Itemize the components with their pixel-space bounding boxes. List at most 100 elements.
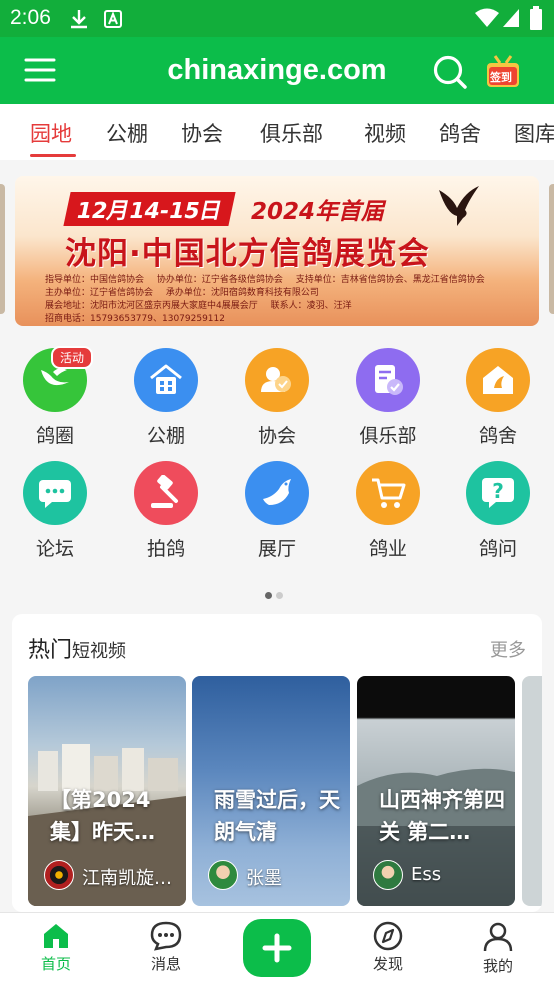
more-link[interactable]: 更多 — [490, 636, 526, 662]
add-post-button[interactable] — [243, 919, 311, 977]
grid-page-indicator — [265, 584, 287, 603]
forum-chat-icon — [39, 480, 71, 508]
grid-label: 论坛 — [35, 538, 74, 560]
grid-item-association[interactable]: 协会 — [227, 348, 327, 448]
author-name: Ess — [411, 864, 442, 885]
hot-title-sub: 短视频 — [72, 641, 127, 662]
grid-label: 鸽业 — [368, 538, 407, 560]
banner-info-line: 协办单位：辽宁省各级信鸽协会 — [156, 275, 283, 285]
banner-prev-peek[interactable] — [0, 184, 5, 314]
grid-item-pigeon-circle[interactable]: 活动 鸽圈 — [5, 346, 105, 448]
tab-association[interactable]: 协会 — [181, 118, 223, 148]
nav-label: 消息 — [150, 955, 181, 973]
grid-item-exhibition[interactable]: 展厅 — [227, 461, 327, 561]
category-tabs: 园地 公棚 协会 俱乐部 视频 鸽舍 图库 — [0, 104, 554, 160]
exhibition-pigeon-icon — [263, 479, 291, 505]
home-icon — [44, 924, 68, 948]
nav-label: 首页 — [40, 955, 71, 973]
tab-loft[interactable]: 公棚 — [106, 118, 148, 148]
tab-pigeon-house[interactable]: 鸽舍 — [439, 118, 481, 148]
circle-bg — [23, 461, 87, 525]
nav-discover[interactable]: 发现 — [348, 921, 428, 974]
pigeon-silhouette-icon — [439, 186, 479, 226]
app-bar: chinaxinge.com 签到 — [0, 37, 554, 104]
banner-next-peek[interactable] — [549, 184, 554, 314]
avatar — [373, 860, 403, 890]
battery-icon — [530, 6, 542, 30]
grid-label: 拍鸽 — [146, 538, 185, 560]
search-icon[interactable] — [432, 54, 468, 90]
site-title: chinaxinge.com — [167, 54, 387, 86]
grid-label: 俱乐部 — [359, 425, 417, 447]
message-icon — [150, 921, 182, 951]
video-card[interactable]: 【第2024集】昨天… 江南凯旋… — [28, 676, 186, 906]
circle-bg: ? — [466, 461, 530, 525]
banner-info-line: 联系人：凌羽、汪洋 — [270, 301, 352, 311]
video-title: 雨雪过后，天朗气清 — [214, 788, 340, 844]
circle-bg — [134, 461, 198, 525]
video-card[interactable]: 雨雪过后，天朗气清 张墨 — [192, 676, 350, 906]
status-bar: 2:06 — [0, 0, 554, 37]
tab-gallery[interactable]: 图库 — [514, 118, 554, 148]
banner-dates: 12月14-15日 — [63, 192, 236, 226]
download-icon — [71, 10, 87, 29]
wifi-icon — [475, 8, 499, 27]
hot-title: 热门短视频 — [28, 632, 126, 664]
grid-item-forum[interactable]: 论坛 — [5, 461, 105, 561]
pigeon-house-icon — [483, 366, 513, 394]
tab-garden[interactable]: 园地 — [30, 118, 72, 148]
banner-info-line: 主办单位：辽宁省信鸽协会 — [45, 288, 154, 298]
banner-info-line: 承办单位：沈阳宿鸽数育科技有限公司 — [165, 288, 319, 298]
status-time: 2:06 — [10, 6, 51, 29]
video-title: 山西神齐第四关 第二… — [379, 788, 505, 844]
circle-bg — [134, 348, 198, 412]
grid-item-loft[interactable]: 公棚 — [116, 348, 216, 448]
grid-item-pigeon-business[interactable]: 鸽业 — [338, 461, 438, 561]
circle-bg — [245, 461, 309, 525]
banner-exhibition[interactable]: 12月14-15日 2024年首届 沈阳·中国北方信鸽展览会 指导单位：中国信鸽… — [15, 176, 539, 326]
video-card[interactable]: 山西神齐第四关 第二… Ess — [357, 676, 515, 906]
circle-bg: 活动 — [23, 346, 94, 412]
banner-edition: 2024年首届 — [251, 199, 385, 225]
auction-hammer-icon — [151, 475, 178, 508]
circle-bg — [356, 348, 420, 412]
banner-info-line: 支持单位：吉林省信鸽协会、黑龙江省信鸽协会 — [295, 275, 485, 285]
tab-video[interactable]: 视频 — [364, 118, 406, 148]
tab-club[interactable]: 俱乐部 — [260, 118, 323, 148]
hot-title-main: 热门 — [28, 638, 73, 663]
grid-label: 展厅 — [257, 538, 296, 560]
grid-item-pigeon-question[interactable]: ? 鸽问 — [448, 461, 548, 561]
question-icon: ? — [482, 478, 514, 508]
page-dot-active — [265, 592, 272, 599]
nav-home[interactable]: 首页 — [16, 921, 96, 974]
avatar — [44, 860, 74, 890]
nav-label: 发现 — [372, 955, 403, 973]
grid-label: 鸽问 — [478, 538, 517, 560]
signin-label: 签到 — [490, 71, 512, 84]
feature-grid: 活动 鸽圈 公棚 协会 俱乐部 鸽舍 论坛 拍鸽 展厅 鸽业 ? 鸽问 — [0, 340, 554, 602]
banner-info-line: 展会地址：沈阳市沈河区盛京丙展大家庭中4展展会厅 — [45, 301, 258, 311]
grid-item-auction[interactable]: 拍鸽 — [116, 461, 216, 561]
grid-label: 鸽舍 — [478, 425, 517, 447]
grid-item-pigeon-house[interactable]: 鸽舍 — [448, 348, 548, 448]
signin-button[interactable]: 签到 — [484, 53, 522, 91]
banner-title: 沈阳·中国北方信鸽展览会 — [65, 236, 430, 272]
grid-label: 协会 — [257, 425, 296, 447]
hot-videos-card: 热门短视频 更多 【第2024集】昨天… 江南凯旋… 雨雪过后，天朗气清 张墨 … — [12, 614, 542, 912]
video-title: 【第2024集】昨天… — [50, 788, 155, 844]
grid-label: 公棚 — [146, 425, 185, 447]
grid-item-club[interactable]: 俱乐部 — [338, 348, 438, 448]
banner-info-line: 招商电话：15793653779、13079259112 — [45, 314, 225, 324]
nav-messages[interactable]: 消息 — [126, 921, 206, 974]
page-dot — [276, 592, 283, 599]
bottom-navigation: 首页 消息 发现 我的 — [0, 912, 554, 984]
notification-a-icon — [104, 10, 122, 28]
author-name: 张墨 — [246, 868, 282, 889]
nav-label: 我的 — [482, 957, 513, 975]
add-icon — [262, 933, 292, 963]
circle-bg — [466, 348, 530, 412]
grid-label: 鸽圈 — [35, 425, 74, 447]
nav-profile[interactable]: 我的 — [458, 921, 538, 976]
profile-icon — [483, 922, 513, 952]
active-tab-indicator — [30, 154, 76, 157]
